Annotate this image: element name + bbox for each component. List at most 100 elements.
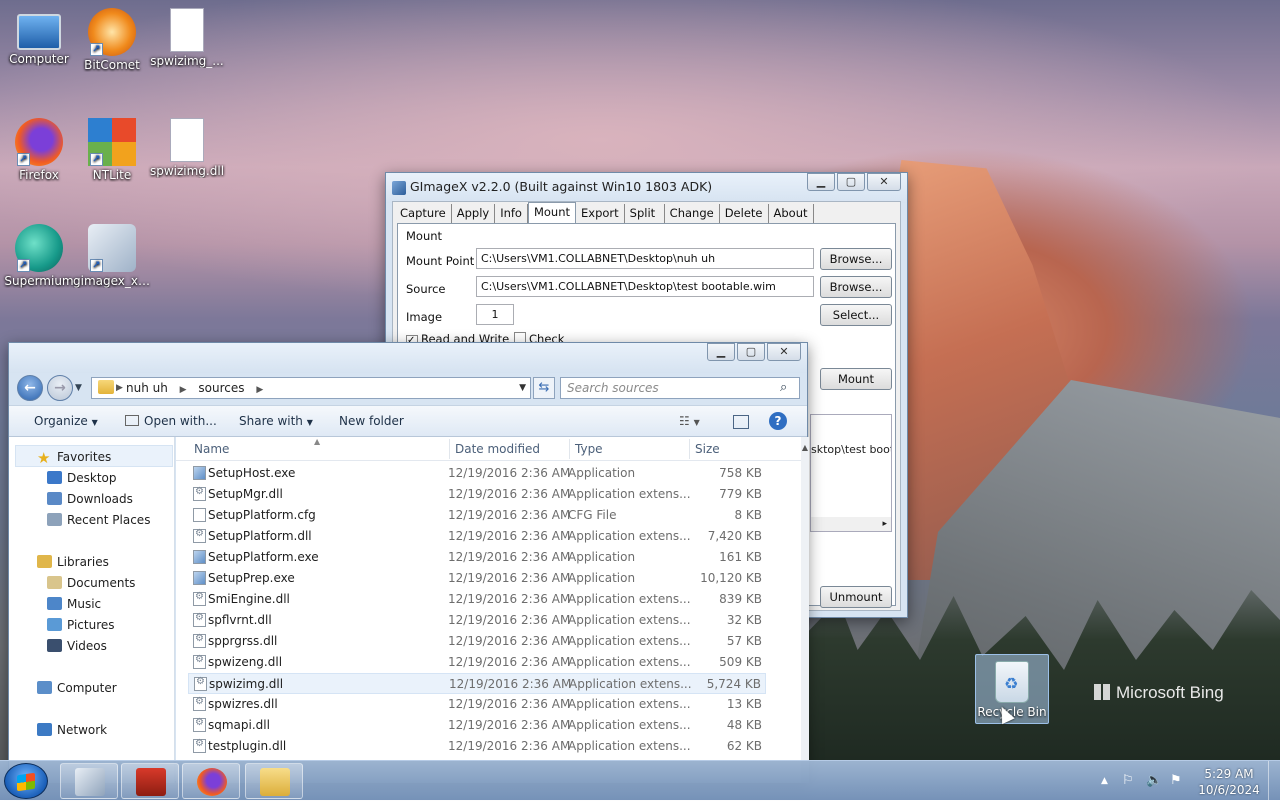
nav-libraries[interactable]: Libraries <box>37 555 109 569</box>
address-bar[interactable]: ▶ nuh uh ▶ sources ▶ ▼ <box>91 377 531 399</box>
action-center-icon[interactable]: ⚐ <box>1122 773 1134 788</box>
desktop-icon-spwizimg-dll[interactable]: spwizimg.dll <box>148 118 226 178</box>
tab-delete[interactable]: Delete <box>720 204 769 224</box>
table-row[interactable]: spwizres.dll 12/19/2016 2:36 AMApplicatio… <box>188 694 766 715</box>
taskbar-toolbox[interactable] <box>121 763 179 799</box>
tab-info[interactable]: Info <box>495 204 528 224</box>
breadcrumb-sources[interactable]: sources <box>198 381 244 395</box>
breadcrumb-nuh-uh[interactable]: nuh uh <box>126 381 168 395</box>
search-icon[interactable]: ⌕ <box>780 380 787 395</box>
nav-network[interactable]: Network <box>37 723 107 737</box>
desktop-icon-spwizimg-shortcut[interactable]: spwizimg_... <box>148 8 226 68</box>
clock[interactable]: 5:29 AM 10/6/2024 <box>1196 766 1262 798</box>
explorer-titlebar[interactable]: ▁ ▢ ✕ <box>9 343 807 373</box>
new-folder-button[interactable]: New folder <box>339 414 404 428</box>
nav-downloads[interactable]: Downloads <box>47 492 133 506</box>
mount-button[interactable]: Mount <box>820 368 892 390</box>
file-list: Name ▲ Date modified Type Size SetupHost… <box>176 437 801 783</box>
tab-split[interactable]: Split <box>625 204 665 224</box>
table-row[interactable]: SetupPlatform.cfg 12/19/2016 2:36 AM CFG F… <box>188 505 766 526</box>
desktop-icon-ntlite[interactable]: ↗ NTLite <box>73 118 151 182</box>
source-field[interactable]: C:\Users\VM1.COLLABNET\Desktop\test boot… <box>476 276 814 297</box>
preview-pane-icon[interactable] <box>733 415 749 429</box>
close-button[interactable]: ✕ <box>767 343 801 361</box>
gimagex-titlebar[interactable]: GImageX v2.2.0 (Built against Win10 1803… <box>386 173 907 203</box>
unmount-button[interactable]: Unmount <box>820 586 892 608</box>
column-divider[interactable] <box>449 439 450 459</box>
table-row[interactable]: testplugin.dll 12/19/2016 2:36 AMApplicat… <box>188 736 766 757</box>
minimize-button[interactable]: ▁ <box>707 343 735 361</box>
show-hidden-icons-icon[interactable]: ▲ <box>1101 776 1108 786</box>
desktop-icon-firefox[interactable]: ↗ Firefox <box>0 118 78 182</box>
scroll-up-icon[interactable]: ▲ <box>801 443 809 452</box>
column-size[interactable]: Size <box>695 442 720 456</box>
table-row[interactable]: SetupPlatform.exe 12/19/2016 2:36 AM Appli… <box>188 547 766 568</box>
table-row[interactable]: SetupPlatform.dll 12/19/2016 2:36 AMAppli… <box>188 526 766 547</box>
nav-videos[interactable]: Videos <box>47 639 107 653</box>
refresh-icon[interactable]: ⇆ <box>533 377 555 399</box>
help-icon[interactable]: ? <box>769 412 787 430</box>
table-row[interactable]: SetupPrep.exe 12/19/2016 2:36 AM Applicati… <box>188 568 766 589</box>
share-with-button[interactable]: Share with ▼ <box>239 414 313 428</box>
organize-button[interactable]: Organize ▼ <box>34 414 98 428</box>
tab-mount[interactable]: Mount <box>527 202 577 224</box>
table-row[interactable]: spflvrnt.dll 12/19/2016 2:36 AMApplicatio… <box>188 610 766 631</box>
taskbar-explorer[interactable] <box>245 763 303 799</box>
taskbar-gimagex[interactable] <box>60 763 118 799</box>
back-button[interactable]: ← <box>17 375 43 401</box>
nav-desktop[interactable]: Desktop <box>47 471 117 485</box>
column-date-modified[interactable]: Date modified <box>455 442 540 456</box>
horizontal-scrollbar[interactable]: ▸ <box>811 517 891 531</box>
browse-source-button[interactable]: Browse... <box>820 276 892 298</box>
column-type[interactable]: Type <box>575 442 603 456</box>
mount-point-field[interactable]: C:\Users\VM1.COLLABNET\Desktop\nuh uh <box>476 248 814 269</box>
search-input[interactable]: Search sources <box>560 377 800 399</box>
tab-capture[interactable]: Capture <box>395 204 452 224</box>
nav-recent-places[interactable]: Recent Places <box>47 513 150 527</box>
address-dropdown-icon[interactable]: ▼ <box>519 378 526 398</box>
table-row[interactable]: spwizeng.dll 12/19/2016 2:36 AMApplicatio… <box>188 652 766 673</box>
open-with-button[interactable]: Open with... <box>125 414 217 428</box>
table-row[interactable]: SetupHost.exe 12/19/2016 2:36 AM Applicati… <box>188 463 766 484</box>
nav-pictures[interactable]: Pictures <box>47 618 115 632</box>
tab-change[interactable]: Change <box>665 204 720 224</box>
nav-documents[interactable]: Documents <box>47 576 135 590</box>
taskbar-firefox[interactable] <box>182 763 240 799</box>
tab-about[interactable]: About <box>769 204 814 224</box>
desktop-icon-gimagex[interactable]: ↗ gimagex_x6... <box>73 224 151 288</box>
mounted-images-list[interactable]: sktop\test boota ▸ <box>810 414 892 532</box>
nav-music[interactable]: Music <box>47 597 101 611</box>
select-image-button[interactable]: Select... <box>820 304 892 326</box>
nav-favorites[interactable]: ★ Favorites <box>37 450 111 466</box>
show-desktop-button[interactable] <box>1268 761 1280 801</box>
column-divider[interactable] <box>569 439 570 459</box>
maximize-button[interactable]: ▢ <box>737 343 765 361</box>
explorer-window[interactable]: ▁ ▢ ✕ ← → ▼ ▶ nuh uh ▶ sources ▶ ▼ ⇆ Sea… <box>8 342 809 783</box>
desktop-icon-supermium[interactable]: ↗ Supermium <box>0 224 78 288</box>
volume-icon[interactable]: 🔈 <box>1146 773 1162 788</box>
table-row[interactable]: sqmapi.dll 12/19/2016 2:36 AMApplication … <box>188 715 766 736</box>
vertical-scrollbar[interactable]: ▲ <box>801 437 809 783</box>
browse-mount-point-button[interactable]: Browse... <box>820 248 892 270</box>
table-row[interactable]: SetupMgr.dll 12/19/2016 2:36 AMApplicatio… <box>188 484 766 505</box>
tab-apply[interactable]: Apply <box>452 204 496 224</box>
column-name[interactable]: Name <box>194 442 229 456</box>
forward-button[interactable]: → <box>47 375 73 401</box>
tab-export[interactable]: Export <box>576 204 625 224</box>
recent-pages-chevron-icon[interactable]: ▼ <box>75 383 82 393</box>
start-button[interactable] <box>4 763 48 799</box>
maximize-button[interactable]: ▢ <box>837 173 865 191</box>
view-options-icon[interactable]: ☷ ▼ <box>679 414 700 428</box>
image-index-spinner[interactable]: 1 <box>476 304 514 325</box>
network-tray-icon[interactable]: ⚑ <box>1170 773 1182 788</box>
breadcrumb-chevron-icon: ▶ <box>179 385 187 395</box>
table-row[interactable]: spprgrss.dll 12/19/2016 2:36 AMApplicatio… <box>188 631 766 652</box>
table-row[interactable]: SmiEngine.dll 12/19/2016 2:36 AMApplicati… <box>188 589 766 610</box>
desktop-icon-computer[interactable]: Computer <box>0 8 78 66</box>
table-row[interactable]: spwizimg.dll 12/19/2016 2:36 AMApplicatio… <box>188 673 766 694</box>
minimize-button[interactable]: ▁ <box>807 173 835 191</box>
close-button[interactable]: ✕ <box>867 173 901 191</box>
nav-computer[interactable]: Computer <box>37 681 117 695</box>
column-divider[interactable] <box>689 439 690 459</box>
desktop-icon-bitcomet[interactable]: ↗ BitComet <box>73 8 151 72</box>
